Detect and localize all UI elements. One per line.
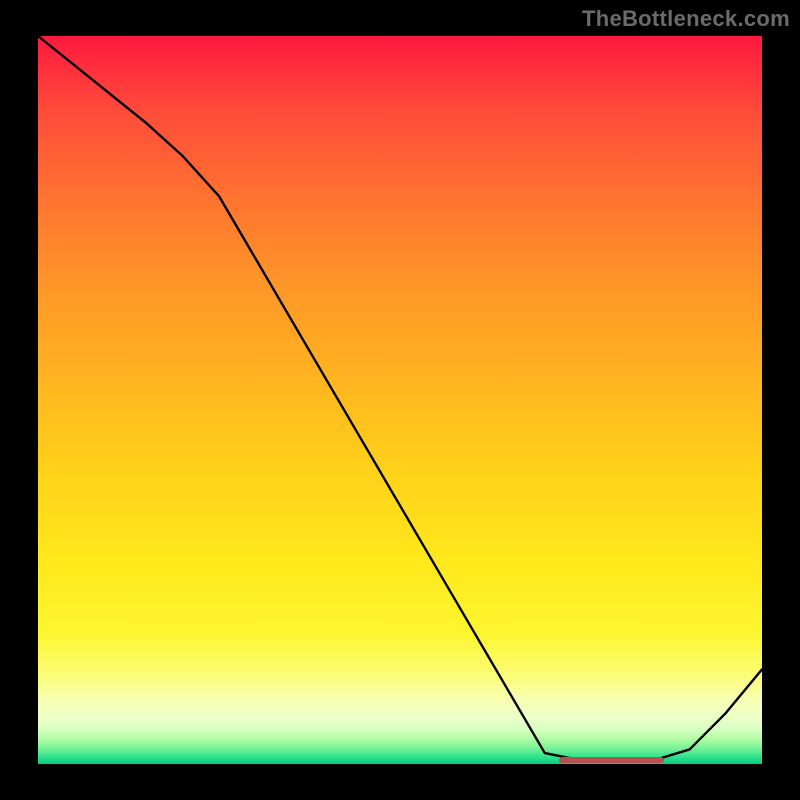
- curve-line: [38, 36, 762, 760]
- bottleneck-curve: [38, 36, 762, 764]
- chart-frame: TheBottleneck.com: [0, 0, 800, 800]
- plot-area: [38, 36, 762, 764]
- watermark-text: TheBottleneck.com: [582, 6, 790, 32]
- optimal-range-marker: [559, 757, 664, 763]
